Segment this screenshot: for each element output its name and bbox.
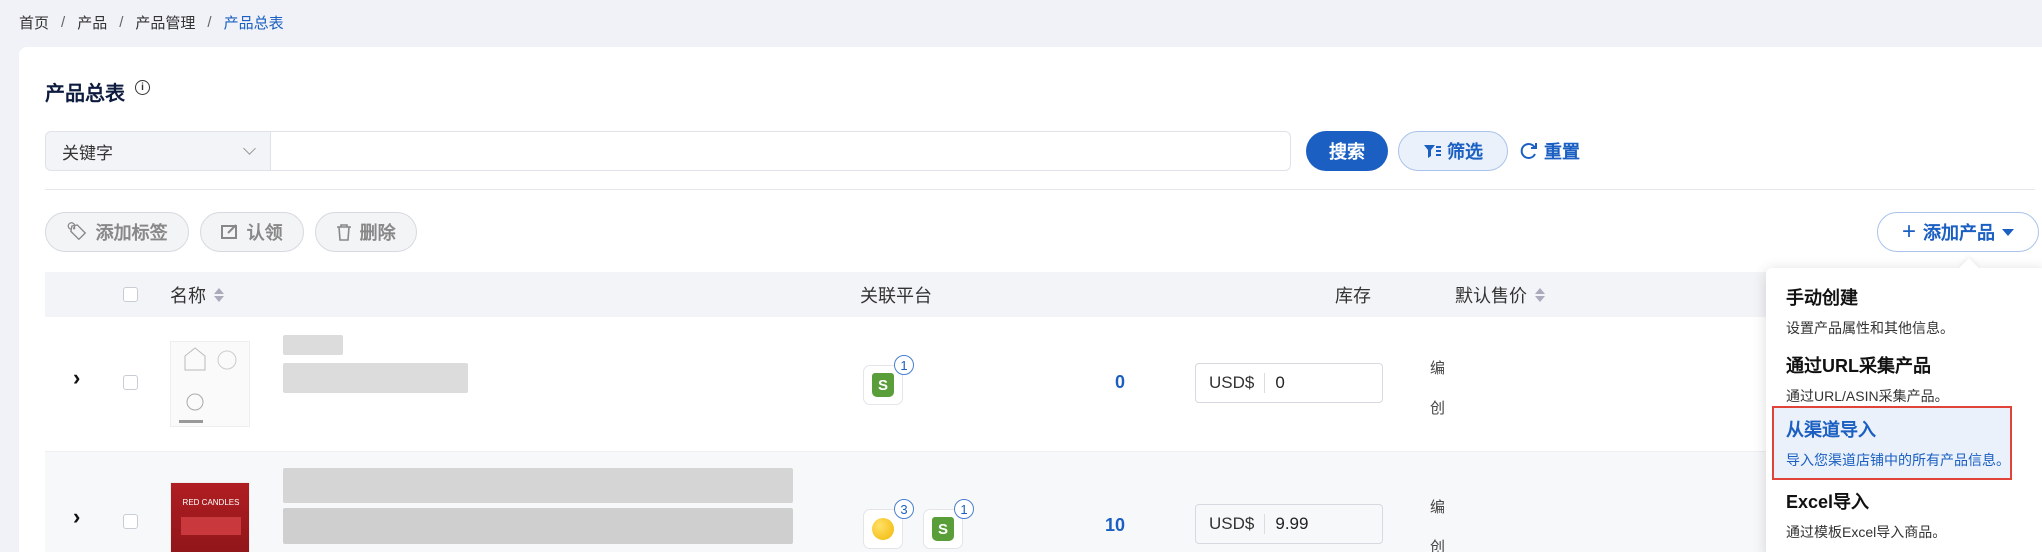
header-platform: 关联平台 (860, 272, 932, 317)
shopify-icon: S (872, 373, 894, 397)
menu-item-desc: 通过模板Excel导入商品。 (1786, 524, 1947, 540)
menu-item-title: 手动创建 (1786, 288, 1858, 308)
row-checkbox[interactable] (123, 375, 138, 390)
page-title: 产品总表 (45, 83, 125, 105)
trash-icon (336, 224, 351, 241)
plus-icon: + (1901, 218, 1916, 245)
breadcrumb-separator: / (61, 14, 66, 31)
filter-label: 筛选 (1447, 142, 1483, 162)
filter-button[interactable]: 筛选 (1398, 131, 1508, 171)
price-value: 9.99 (1275, 514, 1309, 533)
platform-count-badge: 1 (894, 355, 914, 375)
product-thumbnail[interactable] (170, 341, 250, 427)
claim-button[interactable]: 认领 (199, 212, 304, 252)
breadcrumb: 首页 / 产品 / 产品管理 / 产品总表 (19, 12, 284, 33)
menu-item-url-import[interactable]: 通过URL采集产品 通过URL/ASIN采集产品。 (1786, 352, 2032, 406)
select-all-checkbox[interactable] (123, 287, 138, 302)
sort-icon[interactable] (214, 287, 224, 302)
filter-icon (1424, 145, 1441, 158)
svg-text:RED CANDLES: RED CANDLES (183, 498, 240, 507)
reset-label: 重置 (1544, 142, 1580, 162)
breadcrumb-separator: / (207, 14, 212, 31)
refresh-icon (1520, 143, 1537, 159)
product-sku-redacted (283, 363, 468, 393)
platform-count-badge: 1 (954, 499, 974, 519)
stock-value[interactable]: 0 (1095, 372, 1125, 393)
stock-value[interactable]: 10 (1095, 515, 1125, 536)
reset-button[interactable]: 重置 (1520, 138, 1580, 164)
add-tag-label: 添加标签 (95, 223, 168, 243)
platform-count-badge: 3 (894, 499, 914, 519)
header-platform-label: 关联平台 (860, 285, 932, 306)
divider (45, 189, 2035, 190)
row-checkbox[interactable] (123, 514, 138, 529)
price-input[interactable]: USD$ 0 (1195, 363, 1383, 403)
menu-item-manual-create[interactable]: 手动创建 设置产品属性和其他信息。 (1786, 284, 2032, 338)
currency-label: USD$ (1209, 373, 1266, 393)
tag-icon: 🏷 (66, 222, 88, 241)
breadcrumb-home[interactable]: 首页 (19, 12, 49, 33)
chevron-down-icon (243, 142, 256, 155)
currency-label: USD$ (1209, 514, 1266, 534)
caret-down-icon (2002, 228, 2014, 236)
expand-row-icon[interactable]: › (73, 504, 80, 530)
product-name-redacted (283, 335, 343, 355)
search-button[interactable]: 搜索 (1306, 131, 1388, 171)
price-input[interactable]: USD$ 9.99 (1195, 504, 1383, 544)
search-bar: 关键字 搜索 筛选 重置 (45, 131, 1580, 171)
product-sku-redacted (283, 508, 793, 544)
add-product-label: 添加产品 (1923, 223, 1995, 243)
delete-button[interactable]: 删除 (314, 212, 417, 252)
add-product-dropdown: 手动创建 设置产品属性和其他信息。 通过URL采集产品 通过URL/ASIN采集… (1766, 268, 2042, 552)
edit-date-label: 编 (1430, 360, 1446, 377)
content-card: 产品总表 i 关键字 搜索 筛选 重置 🏷 添加标签 认领 删除 + 添加产品 … (19, 47, 2042, 552)
header-stock-label: 库存 (1335, 285, 1371, 306)
product-thumbnail[interactable]: RED CANDLES (170, 482, 250, 552)
menu-item-desc: 导入您渠道店铺中的所有产品信息。 (1786, 452, 2010, 468)
expand-row-icon[interactable]: › (73, 365, 80, 391)
breadcrumb-current: 产品总表 (223, 15, 284, 32)
header-price[interactable]: 默认售价 (1455, 272, 1545, 317)
search-field-label: 关键字 (62, 143, 113, 163)
menu-item-title: 从渠道导入 (1786, 420, 1876, 440)
search-input[interactable] (271, 131, 1291, 171)
create-date-label: 创 (1430, 400, 1446, 417)
table-header: 名称 关联平台 库存 默认售价 日 (45, 272, 2035, 317)
add-tag-button[interactable]: 🏷 添加标签 (45, 212, 189, 252)
info-icon[interactable]: i (135, 80, 150, 95)
edit-date-label: 编 (1430, 499, 1446, 516)
create-date-label: 创 (1430, 539, 1446, 552)
price-value: 0 (1275, 373, 1285, 392)
sort-icon[interactable] (1535, 287, 1545, 302)
menu-item-excel-import[interactable]: Excel导入 通过模板Excel导入商品。 (1786, 488, 2032, 542)
header-price-label: 默认售价 (1455, 285, 1527, 306)
breadcrumb-separator: / (119, 14, 124, 31)
table-row: › S 1 0 USD$ 0 编 创 (45, 317, 2035, 452)
header-stock: 库存 (1335, 272, 1371, 317)
menu-item-title: 通过URL采集产品 (1786, 356, 1931, 376)
select-all-checkbox-cell (123, 272, 138, 317)
menu-item-channel-import[interactable]: 从渠道导入 导入您渠道店铺中的所有产品信息。 (1772, 406, 2012, 480)
claim-icon (220, 224, 237, 239)
menu-item-desc: 设置产品属性和其他信息。 (1786, 320, 1954, 336)
add-product-button[interactable]: + 添加产品 (1877, 212, 2039, 252)
table-row: › RED CANDLES 3 S 1 10 USD$ 9.99 编 创 (45, 452, 2035, 552)
product-name-redacted (283, 468, 793, 503)
claim-label: 认领 (246, 223, 283, 243)
breadcrumb-product-management[interactable]: 产品管理 (135, 12, 195, 33)
page-title-wrap: 产品总表 i (45, 77, 150, 106)
lemon-icon (872, 518, 894, 540)
bulk-actions: 🏷 添加标签 认领 删除 (45, 212, 417, 252)
header-name[interactable]: 名称 (170, 272, 224, 317)
search-field-select[interactable]: 关键字 (45, 131, 271, 171)
shopify-icon: S (932, 517, 954, 541)
menu-item-desc: 通过URL/ASIN采集产品。 (1786, 388, 1949, 404)
header-name-label: 名称 (170, 285, 206, 306)
menu-item-title: Excel导入 (1786, 492, 1870, 512)
delete-label: 删除 (359, 223, 396, 243)
breadcrumb-product[interactable]: 产品 (77, 12, 107, 33)
